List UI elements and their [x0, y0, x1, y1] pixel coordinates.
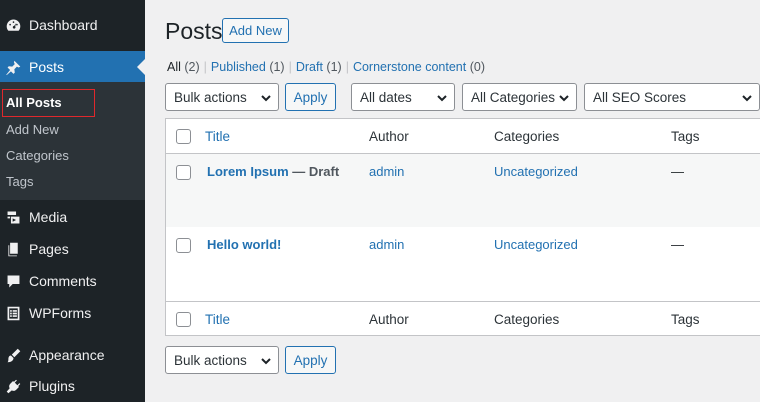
submenu-categories[interactable]: Categories — [6, 148, 69, 163]
sidebar-item-comments[interactable]: Comments — [0, 265, 145, 297]
comment-icon — [4, 272, 22, 290]
sidebar-item-dashboard[interactable]: Dashboard — [0, 9, 145, 41]
forms-icon — [4, 304, 22, 322]
submenu-tags[interactable]: Tags — [6, 174, 33, 189]
column-author-footer: Author — [369, 312, 409, 327]
row-checkbox[interactable] — [176, 238, 191, 253]
submenu-add-new[interactable]: Add New — [6, 122, 59, 137]
column-title-footer[interactable]: Title — [205, 312, 230, 327]
chevron-down-icon — [436, 92, 447, 102]
post-state: — Draft — [292, 164, 340, 179]
bulk-actions-select[interactable]: Bulk actions — [165, 83, 279, 111]
column-tags: Tags — [671, 129, 700, 144]
column-categories-footer: Categories — [494, 312, 560, 327]
plug-icon — [4, 377, 22, 395]
column-categories: Categories — [494, 129, 560, 144]
view-all[interactable]: All — [167, 60, 181, 74]
highlight-box — [2, 89, 95, 117]
sidebar-item-pages[interactable]: Pages — [0, 233, 145, 265]
view-separator: | — [203, 60, 207, 74]
dashboard-icon — [4, 16, 22, 34]
admin-sidebar: Dashboard Posts All Posts Add New Catego… — [0, 0, 145, 402]
sidebar-item-label: Plugins — [29, 378, 75, 394]
sidebar-item-label: Media — [29, 209, 68, 225]
apply-button-bottom[interactable]: Apply — [285, 346, 336, 374]
seo-filter-value: All SEO Scores — [593, 89, 687, 105]
chevron-down-icon — [558, 92, 569, 102]
view-draft[interactable]: Draft — [296, 60, 323, 74]
sidebar-item-wpforms[interactable]: WPForms — [0, 297, 145, 329]
row-checkbox[interactable] — [176, 165, 191, 180]
sidebar-item-label: WPForms — [29, 305, 92, 321]
post-title-link[interactable]: Hello world! — [207, 237, 281, 252]
apply-button[interactable]: Apply — [285, 83, 336, 111]
post-tags: — — [671, 164, 684, 179]
post-author-link[interactable]: admin — [369, 237, 404, 252]
view-all-count: (2) — [184, 60, 200, 74]
view-cornerstone-count: (0) — [469, 60, 485, 74]
table-footer: Title Author Categories Tags — [166, 301, 760, 336]
post-author-link[interactable]: admin — [369, 164, 404, 179]
select-all-checkbox-footer[interactable] — [176, 312, 191, 327]
brush-icon — [4, 346, 22, 364]
date-filter-value: All dates — [360, 89, 412, 105]
seo-filter-select[interactable]: All SEO Scores — [584, 83, 760, 111]
bulk-actions-select-bottom[interactable]: Bulk actions — [165, 346, 279, 374]
media-icon — [4, 208, 22, 226]
column-title[interactable]: Title — [205, 129, 230, 144]
page-title: Posts — [165, 18, 223, 44]
sidebar-item-label: Pages — [29, 241, 69, 257]
sidebar-item-plugins[interactable]: Plugins — [0, 370, 145, 402]
post-category-link[interactable]: Uncategorized — [494, 237, 578, 252]
view-cornerstone[interactable]: Cornerstone content — [353, 60, 466, 74]
view-published[interactable]: Published — [211, 60, 266, 74]
select-all-checkbox[interactable] — [176, 129, 191, 144]
chevron-down-icon — [260, 355, 271, 365]
sidebar-item-label: Comments — [29, 273, 97, 289]
post-title-cell: Hello world! — [207, 237, 281, 252]
view-published-count: (1) — [269, 60, 285, 74]
sidebar-item-media[interactable]: Media — [0, 201, 145, 233]
view-draft-count: (1) — [326, 60, 342, 74]
bulk-actions-value: Bulk actions — [174, 89, 247, 105]
column-author: Author — [369, 129, 409, 144]
post-status-views: All (2) | Published (1) | Draft (1) | Cornerst… — [167, 60, 485, 74]
sidebar-item-appearance[interactable]: Appearance — [0, 339, 145, 371]
column-tags-footer: Tags — [671, 312, 700, 327]
sidebar-item-label: Dashboard — [29, 17, 98, 33]
post-title-cell: Lorem Ipsum — Draft — [207, 164, 339, 179]
posts-table: Title Author Categories Tags Lorem Ipsum… — [165, 118, 760, 336]
view-separator: | — [288, 60, 292, 74]
sidebar-item-label: Appearance — [29, 347, 105, 363]
sidebar-item-label: Posts — [29, 59, 65, 75]
chevron-down-icon — [260, 92, 271, 102]
view-separator: | — [345, 60, 349, 74]
category-filter-value: All Categories — [471, 89, 556, 105]
table-row: Hello world! admin Uncategorized — — [166, 227, 760, 300]
sidebar-item-posts[interactable]: Posts — [0, 51, 145, 83]
add-new-button[interactable]: Add New — [222, 18, 289, 43]
bulk-actions-value: Bulk actions — [174, 352, 247, 368]
pages-icon — [4, 240, 22, 258]
table-header: Title Author Categories Tags — [166, 119, 760, 154]
category-filter-select[interactable]: All Categories — [462, 83, 577, 111]
post-tags: — — [671, 237, 684, 252]
pin-icon — [4, 58, 22, 76]
post-category-link[interactable]: Uncategorized — [494, 164, 578, 179]
table-row: Lorem Ipsum — Draft admin Uncategorized … — [166, 154, 760, 227]
post-title-link[interactable]: Lorem Ipsum — [207, 164, 289, 179]
chevron-down-icon — [741, 92, 752, 102]
date-filter-select[interactable]: All dates — [351, 83, 455, 111]
